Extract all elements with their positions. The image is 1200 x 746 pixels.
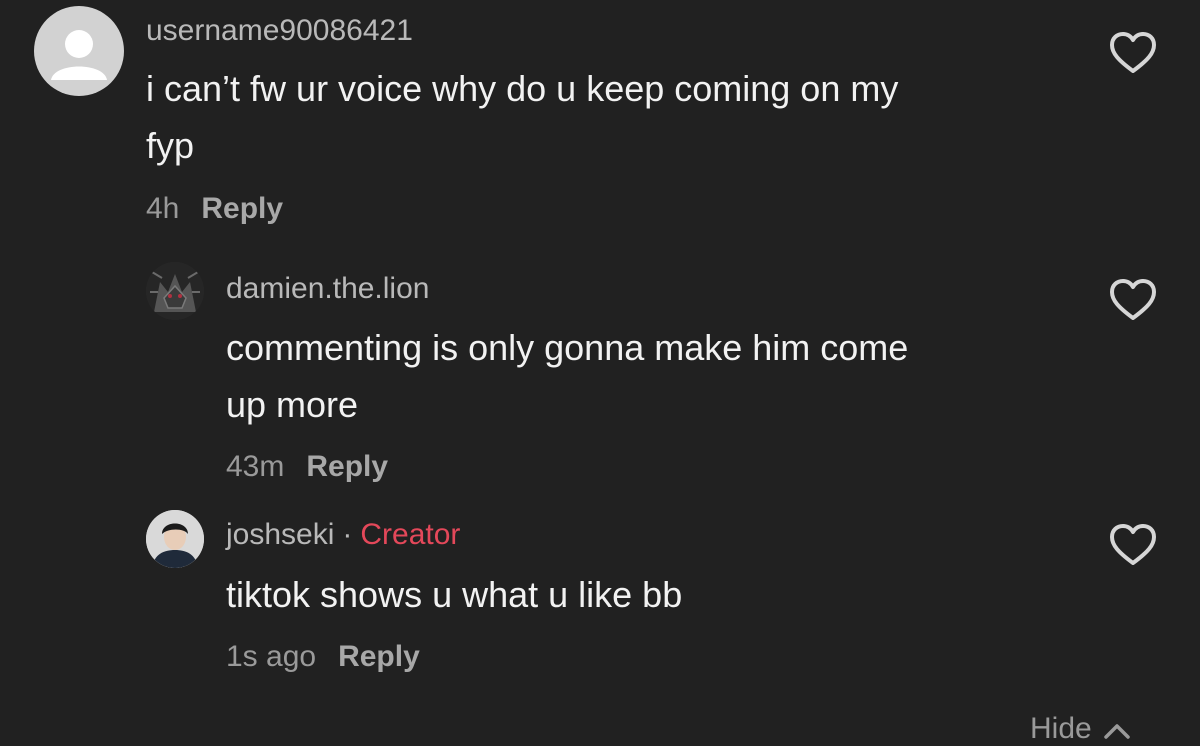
chevron-up-icon (1104, 724, 1130, 739)
lion-avatar-icon (146, 262, 204, 320)
comment-timestamp: 1s ago (226, 640, 317, 673)
avatar[interactable] (146, 262, 204, 320)
comment-timestamp: 4h (146, 192, 180, 225)
avatar[interactable] (146, 510, 204, 568)
comment-meta: 4h Reply (146, 192, 283, 226)
creator-avatar-icon (146, 510, 204, 568)
comment-text-line: i can’t fw ur voice why do u keep coming… (146, 68, 899, 109)
heart-outline-icon[interactable] (1108, 30, 1158, 76)
comment-header: joshseki · Creator (226, 518, 460, 552)
comment-username[interactable]: username90086421 (146, 14, 413, 48)
comment-text-line: commenting is only gonna make him come (226, 327, 909, 368)
heart-outline-icon[interactable] (1108, 522, 1158, 568)
comment-username[interactable]: joshseki (226, 518, 334, 551)
comment-meta: 43m Reply (226, 450, 388, 484)
separator-dot: · (342, 518, 353, 551)
reply-button[interactable]: Reply (338, 640, 420, 673)
default-avatar-icon (51, 30, 107, 80)
comment-text-line: up more (226, 384, 359, 425)
comment-text-line: fyp (146, 125, 195, 166)
comment-text-line: tiktok shows u what u like bb (226, 574, 683, 615)
creator-badge: Creator (360, 518, 461, 551)
avatar[interactable] (34, 6, 124, 96)
reply-button[interactable]: Reply (201, 192, 283, 225)
hide-label: Hide (1030, 712, 1092, 745)
comment-timestamp: 43m (226, 450, 285, 483)
reply-button[interactable]: Reply (306, 450, 388, 483)
comment-username[interactable]: damien.the.lion (226, 272, 429, 306)
comment-meta: 1s ago Reply (226, 640, 420, 674)
heart-outline-icon[interactable] (1108, 277, 1158, 323)
hide-replies-button[interactable]: Hide (1030, 712, 1132, 746)
